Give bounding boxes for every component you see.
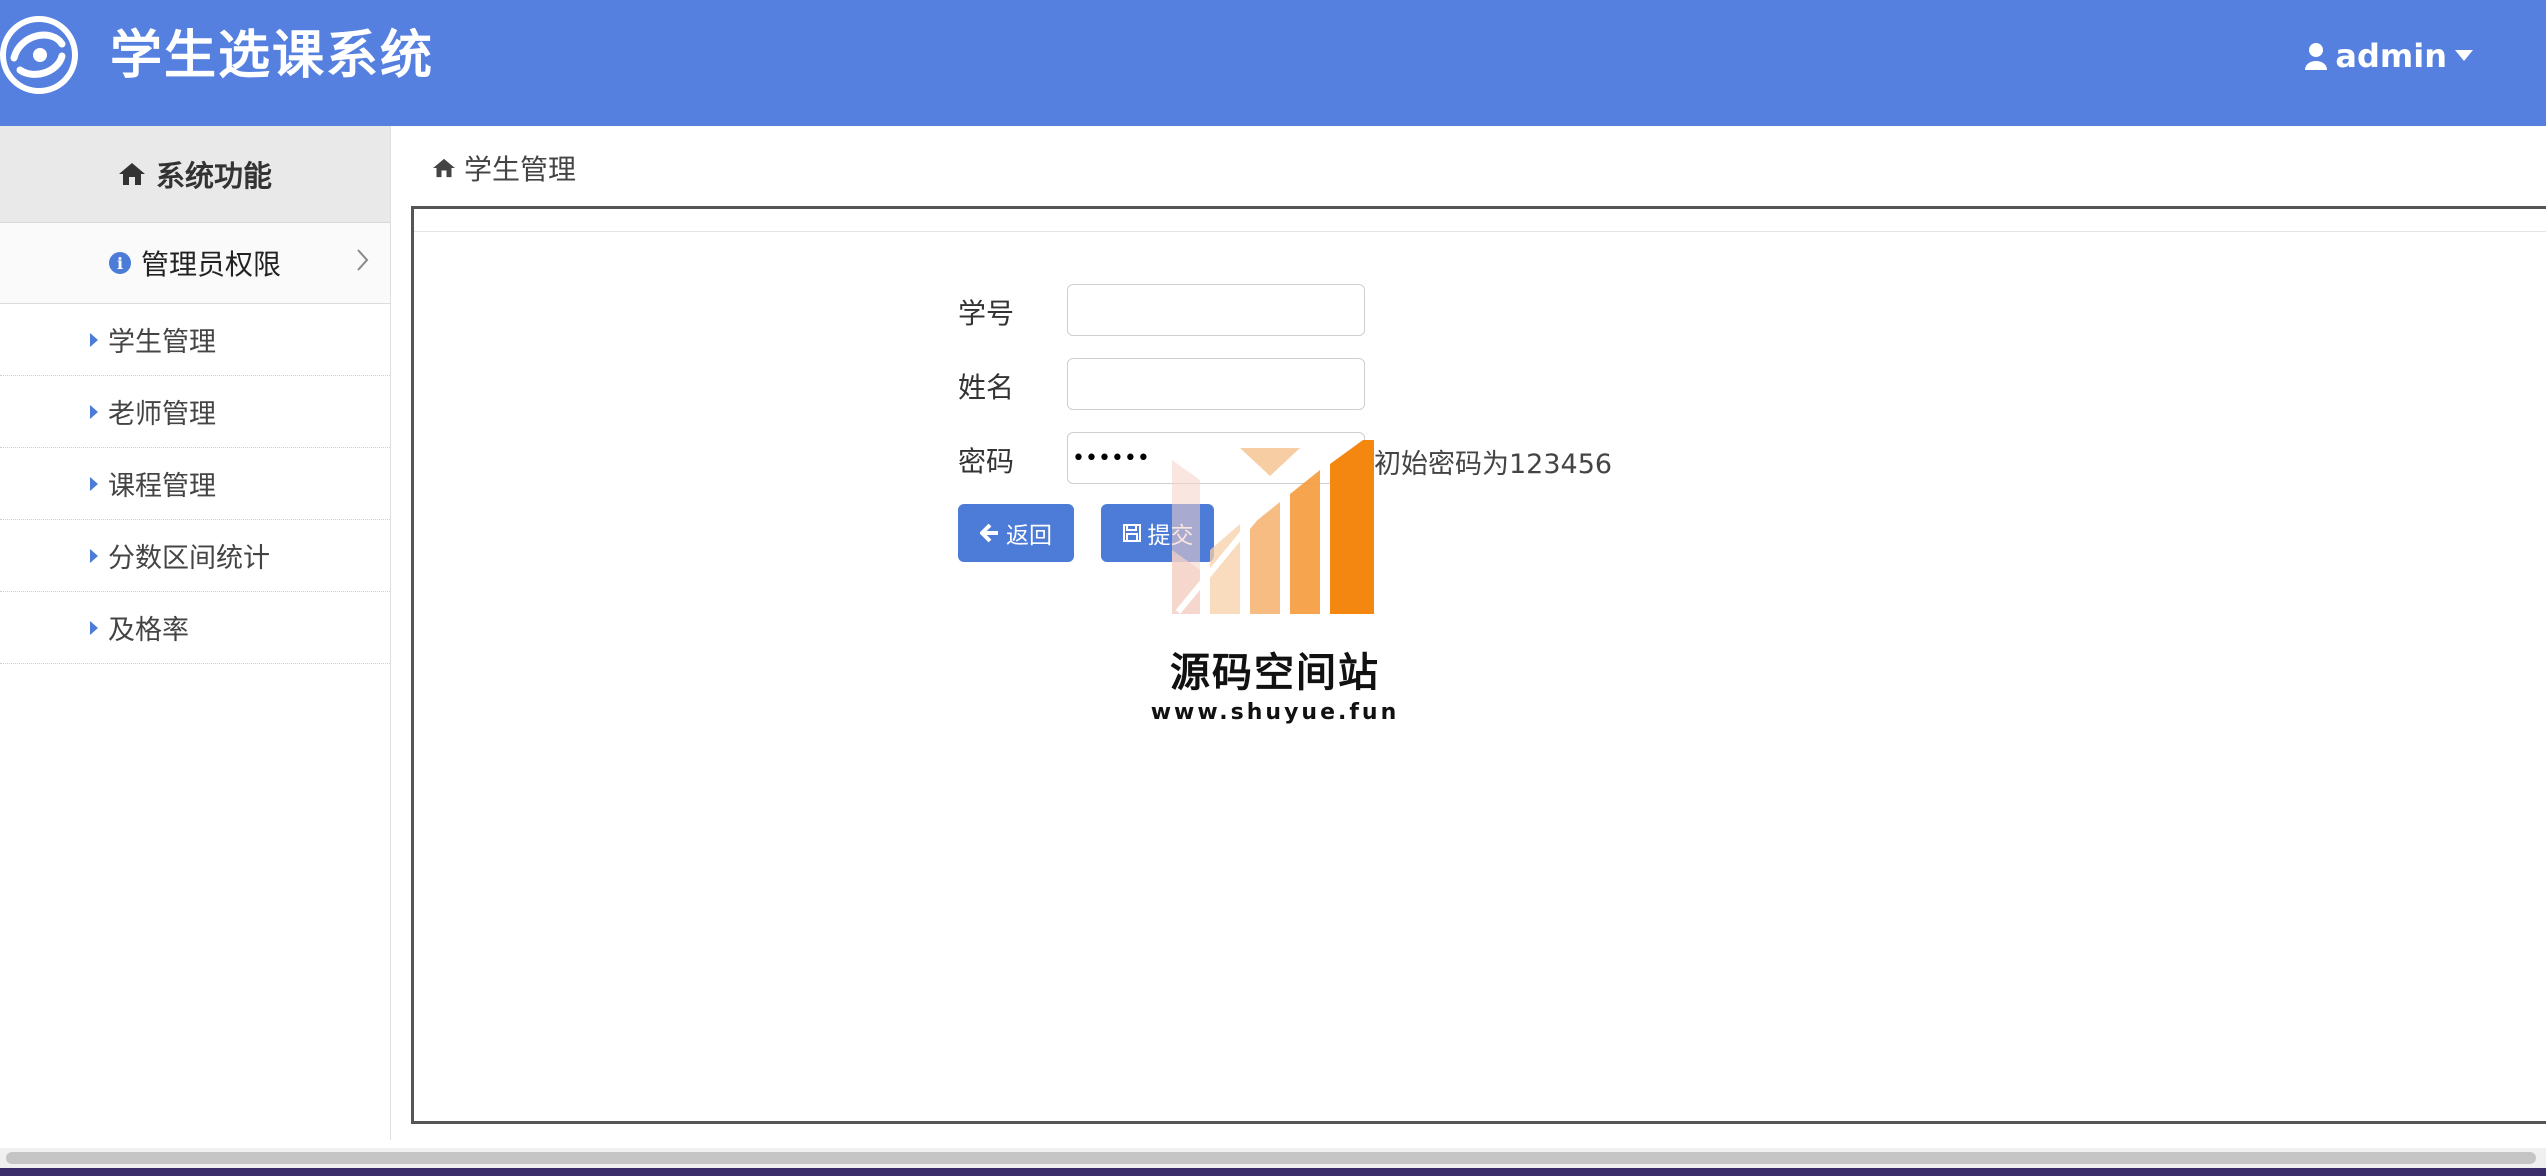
back-button-label: 返回	[1006, 523, 1052, 549]
sidebar: 系统功能 i 管理员权限 学生管理 老师管理 课程管理 分数区间统计 及格率	[0, 126, 391, 1140]
app-title: 学生选课系统	[110, 26, 435, 86]
sidebar-item-label: 学生管理	[108, 327, 216, 358]
sidebar-item-pass-rate[interactable]: 及格率	[0, 592, 390, 664]
caret-right-icon	[90, 404, 98, 419]
sidebar-item-student-management[interactable]: 学生管理	[0, 304, 390, 376]
caret-right-icon	[90, 548, 98, 563]
password-hint: 初始密码为123456	[1374, 449, 1613, 480]
caret-right-icon	[90, 476, 98, 491]
back-button[interactable]: 返回	[958, 504, 1074, 562]
breadcrumb-label: 学生管理	[464, 153, 577, 186]
sidebar-group-label: 管理员权限	[140, 248, 281, 281]
name-label: 姓名	[958, 371, 1015, 404]
user-menu[interactable]: admin	[2305, 32, 2481, 80]
name-input[interactable]	[1067, 358, 1365, 410]
save-icon	[1122, 524, 1141, 542]
chevron-right-icon	[357, 249, 369, 271]
horizontal-scrollbar[interactable]	[0, 1148, 2546, 1168]
home-icon	[433, 158, 455, 178]
content-frame	[411, 206, 2546, 1124]
sidebar-item-score-statistics[interactable]: 分数区间统计	[0, 520, 390, 592]
window-bottom-edge	[0, 1168, 2546, 1176]
divider	[414, 231, 2546, 232]
breadcrumb: 学生管理	[432, 148, 576, 188]
caret-right-icon	[90, 620, 98, 635]
user-name: admin	[2335, 37, 2447, 75]
sidebar-item-label: 老师管理	[108, 399, 216, 430]
student-id-input[interactable]	[1067, 284, 1365, 336]
arrow-left-icon	[980, 523, 998, 543]
home-icon	[118, 163, 145, 185]
student-id-label: 学号	[958, 297, 1015, 330]
watermark-title: 源码空间站	[1170, 650, 1380, 696]
sidebar-item-label: 分数区间统计	[108, 543, 270, 574]
sidebar-heading-label: 系统功能	[155, 159, 272, 193]
sidebar-item-label: 及格率	[108, 615, 189, 646]
watermark-url: www.shuyue.fun	[1150, 700, 1400, 725]
sidebar-item-course-management[interactable]: 课程管理	[0, 448, 390, 520]
top-header: 学生选课系统 admin	[0, 0, 2546, 126]
password-label: 密码	[958, 445, 1015, 478]
scrollbar-thumb[interactable]	[6, 1152, 2536, 1164]
caret-down-icon	[2455, 50, 2473, 61]
user-icon	[2305, 43, 2328, 70]
sidebar-group-admin[interactable]: i 管理员权限	[0, 223, 390, 304]
app-logo	[0, 14, 78, 96]
caret-right-icon	[90, 332, 98, 347]
sidebar-item-teacher-management[interactable]: 老师管理	[0, 376, 390, 448]
sidebar-item-label: 课程管理	[108, 471, 216, 502]
sidebar-heading: 系统功能	[0, 126, 390, 223]
info-icon: i	[108, 252, 131, 274]
